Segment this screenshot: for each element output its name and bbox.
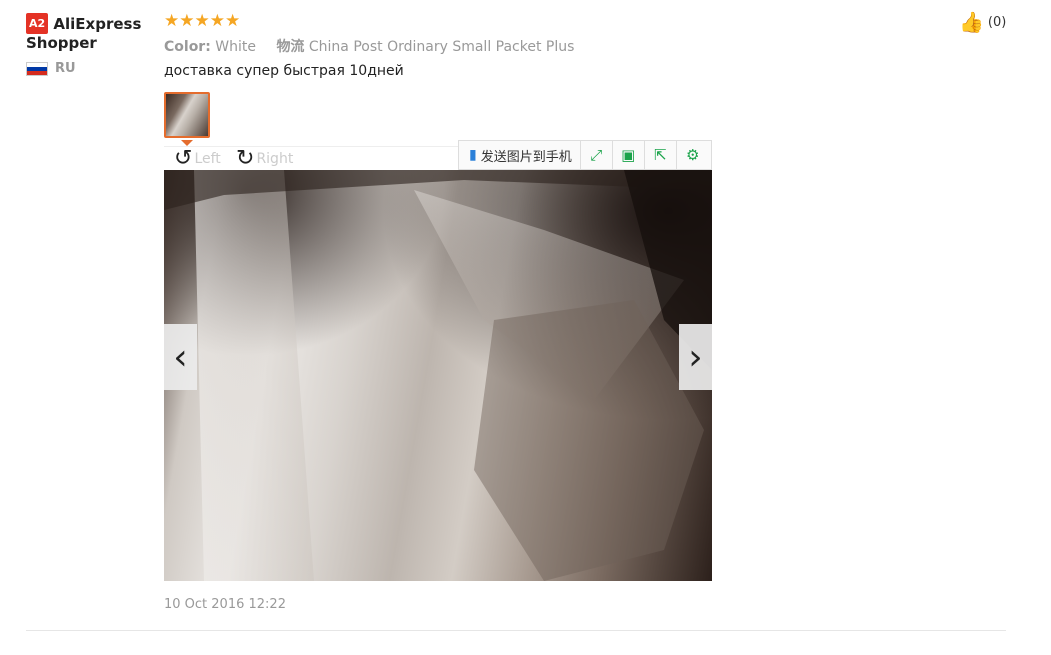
logistics-label: 物流 (276, 39, 305, 55)
star-icon: ★ (179, 11, 195, 30)
phone-icon: ▮ (469, 147, 477, 163)
rotate-left-icon: ↺ (174, 146, 193, 171)
chevron-left-icon: ‹ (173, 336, 188, 378)
review-divider (26, 630, 1006, 631)
expand-icon: ⤢ (590, 146, 603, 164)
review-date: 10 Oct 2016 12:22 (164, 597, 286, 612)
save-button[interactable]: ▣ (613, 141, 645, 169)
review-photo-thumbnail[interactable] (164, 92, 210, 138)
next-photo-button[interactable]: › (679, 324, 712, 390)
reviewer-info: A2 AliExpress Shopper RU (26, 13, 156, 76)
thumbs-up-icon: 👍 (959, 10, 984, 34)
rotate-left-button[interactable]: ↺ Left (174, 146, 221, 171)
helpful-count: (0) (987, 14, 1007, 30)
star-icon: ★ (194, 11, 210, 30)
country-code: RU (55, 61, 76, 76)
share-icon: ⇱ (653, 147, 667, 164)
previous-photo-button[interactable]: ‹ (164, 324, 197, 390)
star-icon: ★ (209, 11, 225, 30)
reviewer-name-block: A2 AliExpress Shopper (26, 13, 156, 53)
save-icon: ▣ (621, 147, 636, 164)
order-properties: Color: White 物流 China Post Ordinary Smal… (164, 36, 574, 56)
chevron-right-icon: › (688, 336, 703, 378)
star-icon: ★ (164, 11, 180, 30)
rotate-left-label: Left (194, 151, 221, 167)
send-to-phone-label: 发送图片到手机 (480, 149, 572, 165)
rotate-right-button[interactable]: ↻ Right (236, 146, 294, 171)
reviewer-country: RU (26, 61, 156, 76)
logistics-value: China Post Ordinary Small Packet Plus (308, 39, 575, 55)
review-text: доставка супер быстрая 10дней (164, 63, 404, 79)
star-rating: ★ ★ ★ ★ ★ (164, 12, 240, 30)
reviewer-level-badge: A2 (26, 13, 49, 34)
rotate-right-label: Right (256, 151, 294, 167)
rotate-right-icon: ↻ (236, 146, 255, 171)
star-icon: ★ (225, 11, 241, 30)
country-flag-icon (26, 61, 48, 76)
settings-icon: ⚙ (686, 147, 700, 164)
settings-button[interactable]: ⚙ (677, 141, 709, 169)
color-label: Color: (164, 39, 211, 55)
color-value: White (215, 39, 256, 55)
review-photo (164, 170, 712, 581)
expand-button[interactable]: ⤢ (581, 141, 613, 169)
share-button[interactable]: ⇱ (645, 141, 677, 169)
image-toolbar: ▮ 发送图片到手机 ⤢ ▣ ⇱ ⚙ (458, 140, 712, 170)
send-to-phone-button[interactable]: ▮ 发送图片到手机 (459, 141, 581, 169)
review-photo-viewer[interactable]: ‹ › (164, 170, 712, 581)
helpful-button[interactable]: 👍 (0) (959, 12, 1006, 32)
